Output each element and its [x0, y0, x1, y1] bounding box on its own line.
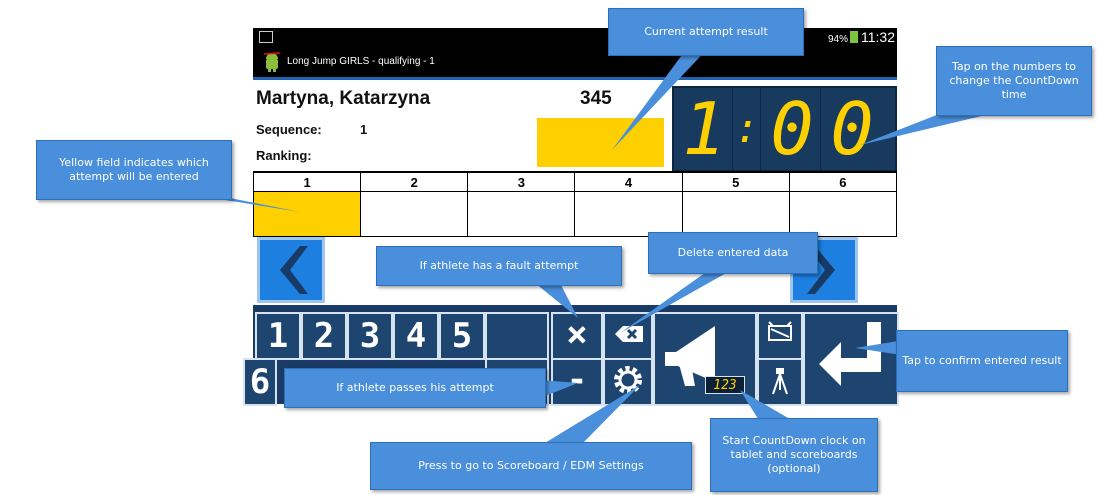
callout-settings: Press to go to Scoreboard / EDM Settings — [370, 442, 692, 490]
pointer-delete — [620, 268, 735, 333]
pointer-settings — [540, 385, 640, 446]
callout-current-result: Current attempt result — [608, 8, 804, 56]
pointer-current-result — [612, 44, 712, 150]
callout-fault: If athlete has a fault attempt — [376, 246, 622, 286]
callout-countdown-start: Start CountDown clock on tablet and scor… — [710, 418, 878, 492]
pointer-fault — [535, 283, 578, 318]
callout-countdown-tap: Tap on the numbers to change the CountDo… — [936, 46, 1092, 116]
callout-confirm: Tap to confirm entered result — [896, 330, 1068, 392]
callout-delete: Delete entered data — [648, 232, 818, 274]
callout-pass: If athlete passes his attempt — [284, 368, 546, 408]
callout-yellow-field: Yellow field indicates which attempt wil… — [36, 140, 232, 200]
